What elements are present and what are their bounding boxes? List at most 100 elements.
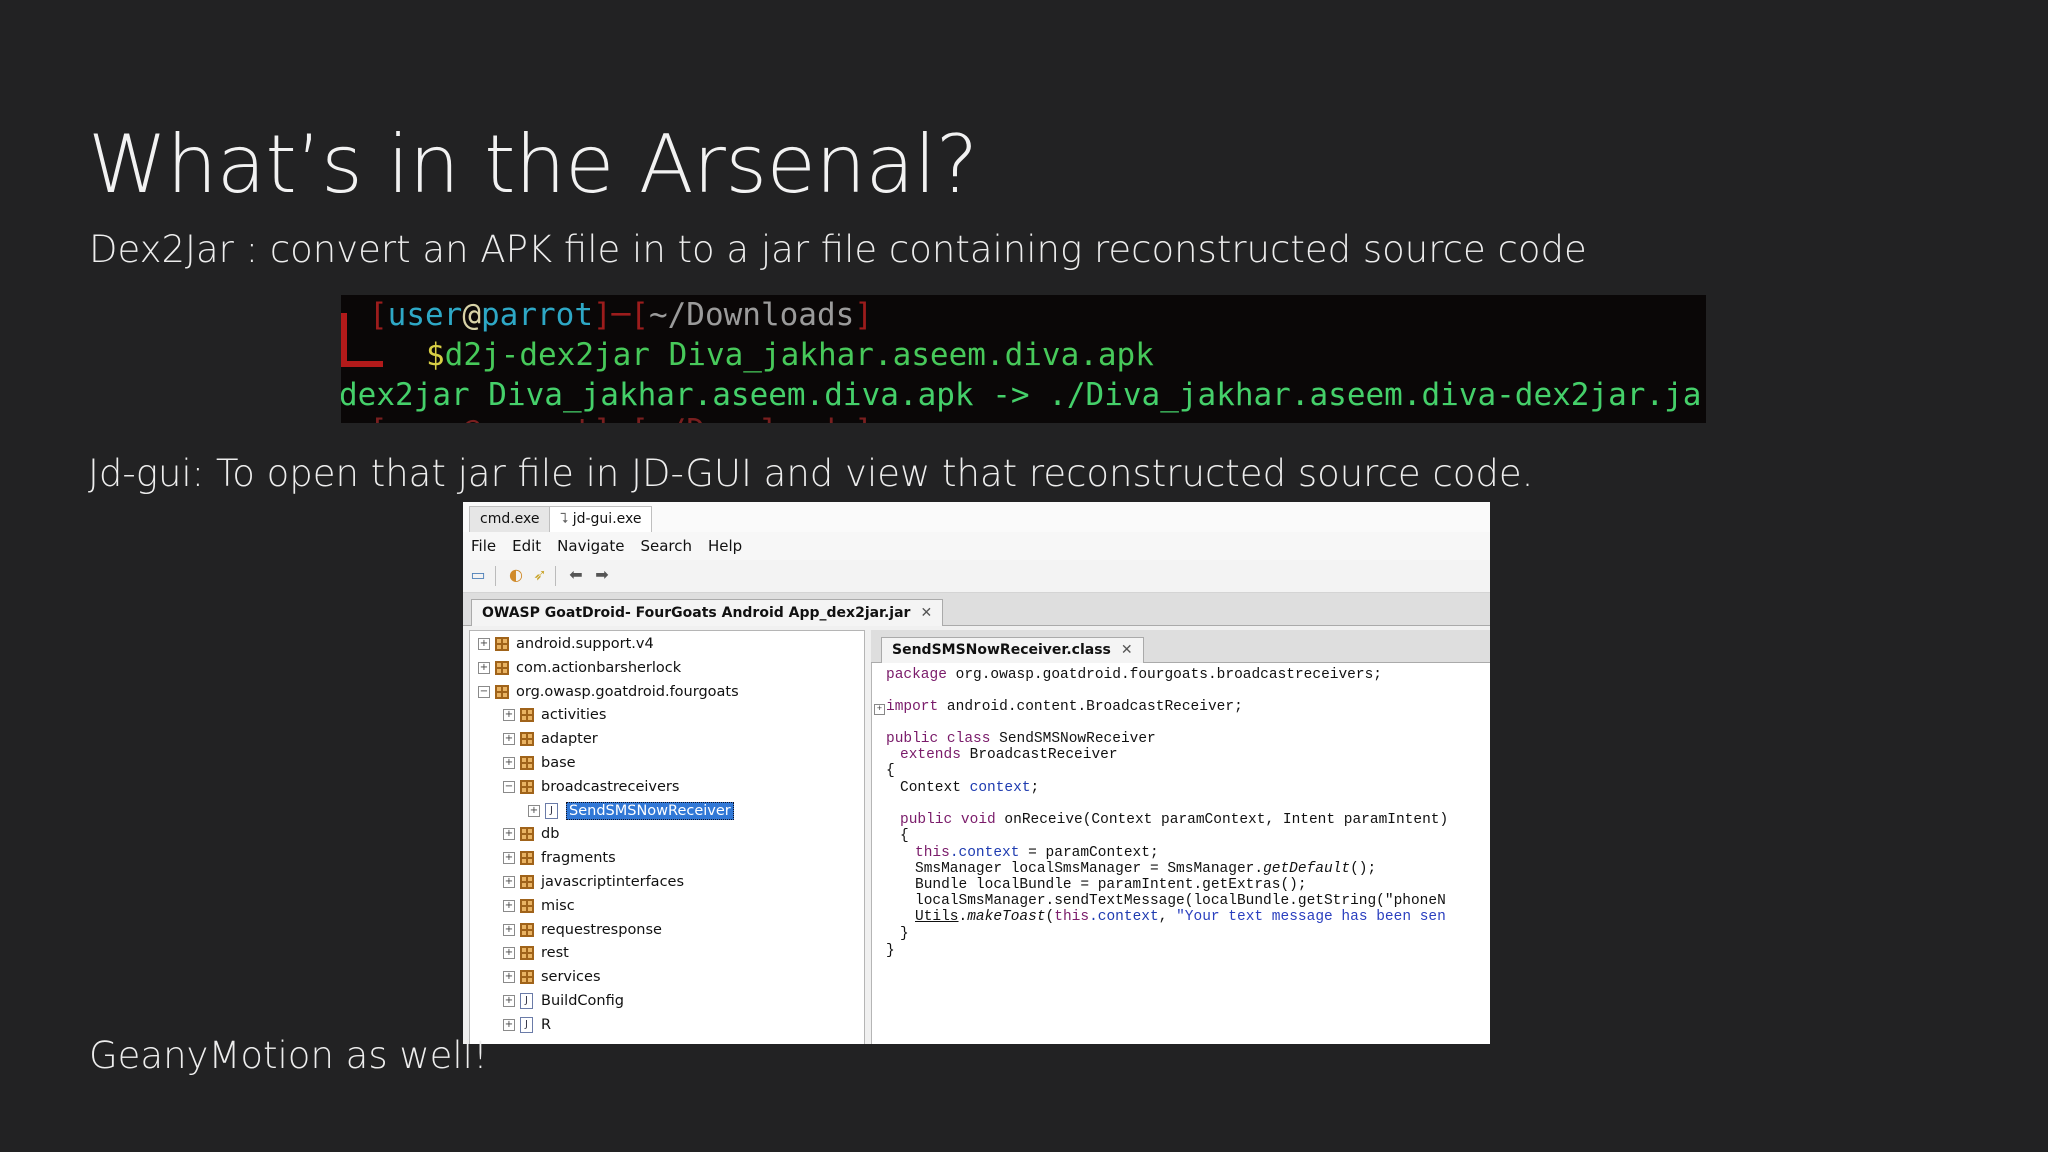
prompt-bracket-line xyxy=(341,361,383,367)
menu-bar: File Edit Navigate Search Help xyxy=(463,532,1490,560)
class-file-icon: J xyxy=(520,993,533,1009)
expand-icon[interactable]: + xyxy=(503,828,515,841)
package-tree: + android.support.v4 + com.actionbarsherloc… xyxy=(469,630,865,1044)
expand-icon[interactable]: + xyxy=(528,804,540,817)
expand-icon[interactable]: + xyxy=(503,995,515,1007)
tree-item[interactable]: + J BuildConfig xyxy=(503,990,624,1012)
code-line-method-brace: { xyxy=(900,828,909,844)
tree-item[interactable]: + misc xyxy=(503,895,575,917)
class-file-icon: J xyxy=(545,802,558,819)
open-file-icon[interactable]: ▭ xyxy=(469,567,487,583)
expand-icon[interactable]: + xyxy=(503,876,515,888)
tree-item-label: BuildConfig xyxy=(541,993,624,1009)
expand-icon[interactable]: + xyxy=(503,947,515,960)
toolbar-separator xyxy=(495,566,496,586)
expand-icon[interactable]: + xyxy=(478,638,490,650)
tree-item[interactable]: − broadcastreceivers xyxy=(503,776,679,798)
terminal-prompt-line: ]─[[user@parrot]─[~/Downloads] xyxy=(369,297,873,333)
expand-icon[interactable]: + xyxy=(503,971,515,984)
tree-item[interactable]: + J SendSMSNowReceiver xyxy=(528,800,734,822)
code-line-send: localSmsManager.sendTextMessage(localBun… xyxy=(915,893,1446,909)
tree-item[interactable]: + db xyxy=(503,823,559,845)
collapse-icon[interactable]: − xyxy=(503,780,515,793)
fold-plus-icon[interactable]: + xyxy=(874,704,885,715)
code-line-method: public void onReceive(Context paramConte… xyxy=(900,812,1449,828)
menu-help[interactable]: Help xyxy=(700,532,750,560)
menu-file[interactable]: File xyxy=(463,532,504,560)
open-type-icon[interactable]: ◐ xyxy=(507,567,525,583)
tree-item[interactable]: + activities xyxy=(503,704,606,726)
code-line-class: public class SendSMSNowReceiver xyxy=(886,731,1156,747)
bullet-genymotion: GeanyMotion as well! xyxy=(89,1034,488,1077)
menu-edit[interactable]: Edit xyxy=(504,532,549,560)
tree-item-label: base xyxy=(541,755,576,771)
menu-navigate[interactable]: Navigate xyxy=(549,532,632,560)
tree-item[interactable]: + fragments xyxy=(503,847,616,869)
terminal-next-prompt: [user@parrot]─[~/Downloads] xyxy=(369,413,873,423)
terminal-path: ~/Downloads xyxy=(648,297,855,333)
tab-jd-gui-label: jd-gui.exe xyxy=(572,511,642,527)
rocket-icon[interactable]: ➶ xyxy=(531,567,549,583)
package-icon xyxy=(520,898,534,913)
class-file-icon: J xyxy=(520,1016,533,1033)
collapse-icon[interactable]: − xyxy=(478,685,490,698)
tree-item[interactable]: + requestresponse xyxy=(503,919,662,941)
tree-item[interactable]: + javascriptinterfaces xyxy=(503,871,684,893)
expand-icon[interactable]: + xyxy=(503,757,515,769)
expand-icon[interactable]: + xyxy=(503,733,515,746)
tree-item-label: db xyxy=(541,826,560,843)
jd-gui-app-icon: ⮧ xyxy=(560,511,573,527)
expand-icon[interactable]: + xyxy=(503,899,515,912)
package-icon xyxy=(495,660,509,675)
terminal-at: @ xyxy=(462,297,481,333)
close-icon[interactable]: ✕ xyxy=(1121,642,1133,658)
editor-tab-bar: SendSMSNowReceiver.class ✕ xyxy=(871,630,1490,663)
menu-search[interactable]: Search xyxy=(632,532,700,560)
code-line-import: import android.content.BroadcastReceiver… xyxy=(886,699,1243,715)
expand-icon[interactable]: + xyxy=(503,923,515,936)
code-line-brace: { xyxy=(886,763,895,779)
expand-icon[interactable]: + xyxy=(503,852,515,865)
tab-cmd[interactable]: cmd.exe xyxy=(469,506,551,532)
code-editor[interactable]: package org.owasp.goatdroid.fourgoats.br… xyxy=(871,663,1490,1044)
prompt-bracket-line xyxy=(341,313,347,367)
terminal-command-line: $d2j-dex2jar Diva_jakhar.aseem.diva.apk xyxy=(426,337,1154,373)
package-icon xyxy=(520,779,534,794)
tree-item[interactable]: + services xyxy=(503,966,601,988)
terminal-command: d2j-dex2jar Diva_jakhar.aseem.diva.apk xyxy=(444,337,1154,373)
document-tab[interactable]: OWASP GoatDroid- FourGoats Android App_d… xyxy=(471,599,944,626)
editor-tab-label: SendSMSNowReceiver.class xyxy=(892,642,1111,658)
package-icon xyxy=(520,946,534,961)
tree-item[interactable]: − org.owasp.goatdroid.fourgoats xyxy=(478,681,739,703)
jdgui-window: cmd.exe ⮧ jd-gui.exe File Edit Navigate Sea… xyxy=(463,502,1490,1044)
tree-item[interactable]: + J R xyxy=(503,1014,551,1036)
tree-item[interactable]: + com.actionbarsherlock xyxy=(478,657,681,679)
tab-jd-gui[interactable]: ⮧ jd-gui.exe xyxy=(549,506,653,532)
code-line-assign: this.context = paramContext; xyxy=(915,845,1159,861)
tree-item-label: R xyxy=(541,1016,552,1033)
editor-tab[interactable]: SendSMSNowReceiver.class ✕ xyxy=(881,637,1144,663)
code-line-method-close: } xyxy=(900,926,909,942)
package-icon xyxy=(520,970,534,985)
tree-item-label: broadcastreceivers xyxy=(541,778,680,795)
toolbar: ▭ ◐ ➶ ⬅ ➡ xyxy=(463,560,1490,593)
expand-icon[interactable]: + xyxy=(503,709,515,722)
expand-icon[interactable]: + xyxy=(478,661,490,674)
tree-item-label: android.support.v4 xyxy=(516,636,654,652)
expand-icon[interactable]: + xyxy=(503,1018,515,1031)
code-line-toast: Utils.makeToast(this.context, "Your text… xyxy=(915,909,1446,925)
tree-item[interactable]: + rest xyxy=(503,942,569,964)
tree-item[interactable]: + android.support.v4 xyxy=(478,633,654,655)
prompt-symbol: $ xyxy=(426,337,445,373)
back-arrow-icon[interactable]: ⬅ xyxy=(567,567,585,583)
tree-item[interactable]: + base xyxy=(503,752,576,774)
document-tab-label: OWASP GoatDroid- FourGoats Android App_d… xyxy=(482,605,911,621)
terminal-host: parrot xyxy=(481,297,593,333)
tree-item-label: javascriptinterfaces xyxy=(541,874,685,890)
bullet-jdgui: Jd-gui: To open that jar file in JD-GUI … xyxy=(88,452,1534,495)
close-icon[interactable]: ✕ xyxy=(920,605,932,621)
package-icon xyxy=(520,756,534,770)
tree-item-label: SendSMSNowReceiver xyxy=(566,801,734,820)
forward-arrow-icon[interactable]: ➡ xyxy=(593,567,611,583)
tree-item[interactable]: + adapter xyxy=(503,728,598,750)
